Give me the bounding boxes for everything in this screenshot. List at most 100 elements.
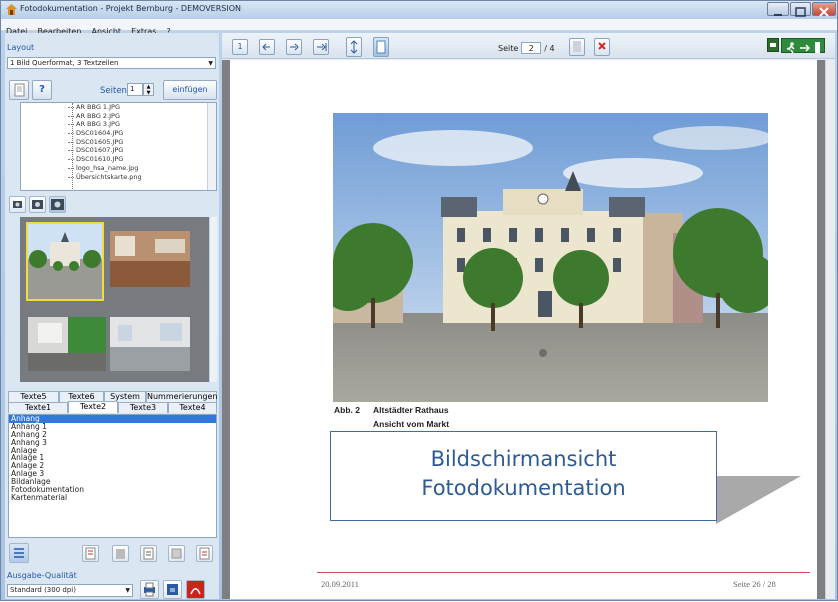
title-bar: Fotodokumentation - Projekt Bernburg - D… xyxy=(1,1,837,19)
file-item[interactable]: AR BBG 1.JPG xyxy=(21,103,142,112)
menu-bar: Datei Bearbeiten Ansicht Extras ? xyxy=(1,19,837,36)
maximize-icon xyxy=(795,7,806,17)
thumbnail-hall[interactable] xyxy=(110,231,190,287)
fit-height-button[interactable] xyxy=(346,37,362,57)
export-icon xyxy=(167,584,178,595)
footer-rule xyxy=(317,572,810,573)
maximize-button[interactable] xyxy=(790,2,811,17)
caption-title: Altstädter Rathaus xyxy=(373,405,449,415)
app-icon xyxy=(6,4,17,15)
file-item[interactable]: DSC01607.JPG xyxy=(21,146,142,155)
list-item[interactable]: Kartenmaterial xyxy=(9,494,216,502)
insert-button[interactable]: einfügen xyxy=(163,80,217,100)
tab-texte4[interactable]: Texte4 xyxy=(168,402,217,413)
thumbnail-rathaus[interactable] xyxy=(26,222,104,301)
numbering-button[interactable] xyxy=(9,543,29,563)
layout-label: Layout xyxy=(7,43,35,52)
page-icon xyxy=(14,83,25,97)
room-green-thumb-image xyxy=(28,317,106,371)
thumb-large-button[interactable] xyxy=(49,196,66,213)
page-scrollbar[interactable] xyxy=(825,60,835,599)
close-icon xyxy=(819,7,829,17)
page-gray-icon xyxy=(573,41,581,52)
footer-date: 20.09.2011 xyxy=(321,579,359,589)
prev-page-button[interactable] xyxy=(259,39,275,55)
arrow-left-icon xyxy=(262,43,270,51)
thumbnail-scrollbar[interactable] xyxy=(209,217,217,382)
save-button[interactable] xyxy=(767,38,779,52)
file-item[interactable]: AR BBG 2.JPG xyxy=(21,112,142,121)
rathaus-photo xyxy=(333,113,768,402)
delete-page-button[interactable] xyxy=(594,38,610,56)
page-number-input[interactable]: 2 xyxy=(521,42,542,54)
file-tree-scrollbar[interactable] xyxy=(207,103,216,190)
rathaus-thumb-image xyxy=(28,224,102,299)
text-delete-button[interactable] xyxy=(196,545,213,562)
exit-runner-icon xyxy=(786,42,820,54)
footer-page: Seite 26 / 28 xyxy=(733,579,776,589)
file-item[interactable]: DSC01605.JPG xyxy=(21,138,142,147)
page-view-button[interactable] xyxy=(373,37,389,57)
text-copy-button[interactable] xyxy=(112,545,129,562)
close-red-icon xyxy=(598,42,606,50)
text-red-button[interactable] xyxy=(82,545,99,562)
file-item[interactable]: logo_hsa_name.jpg xyxy=(21,164,142,173)
text-list: Anhang Anhang 1 Anhang 2 Anhang 3 Anlage… xyxy=(8,414,217,538)
thumb-small-button[interactable] xyxy=(9,196,26,213)
document-move-icon xyxy=(171,548,182,559)
pages-input[interactable]: 1 xyxy=(127,83,143,96)
window-title: Fotodokumentation - Projekt Bernburg - D… xyxy=(20,4,241,13)
tab-texte1[interactable]: Texte1 xyxy=(8,402,68,413)
arrow-right-icon xyxy=(290,43,299,51)
document-gray-icon xyxy=(116,549,125,559)
thumbnail-room-green[interactable] xyxy=(28,317,106,371)
tab-texte3[interactable]: Texte3 xyxy=(118,402,168,413)
pdf-button[interactable] xyxy=(186,580,205,599)
pdf-icon xyxy=(190,588,201,595)
file-item[interactable]: Übersichtskarte.png xyxy=(21,173,142,182)
image-small-icon xyxy=(13,201,22,208)
quality-select[interactable]: Standard (300 dpi) ▼ xyxy=(7,584,133,597)
image-large-icon xyxy=(51,199,64,210)
tab-nummerierungen[interactable]: Nummerierungen xyxy=(146,391,218,402)
text-edit-button[interactable] xyxy=(140,545,157,562)
document-red-icon xyxy=(85,547,96,560)
pages-stepper[interactable]: ▲ ▼ xyxy=(143,83,154,96)
first-page-button[interactable]: 1 xyxy=(232,39,248,55)
help-button[interactable]: ? xyxy=(32,80,52,100)
thumb-medium-button[interactable] xyxy=(29,196,46,213)
last-page-button[interactable] xyxy=(313,39,329,55)
close-button[interactable] xyxy=(812,2,836,17)
callout-line2: Fotodokumentation xyxy=(421,476,626,500)
document-edit-icon xyxy=(143,547,154,560)
caption-subtitle: Ansicht vom Markt xyxy=(373,419,450,429)
exit-button[interactable] xyxy=(781,38,825,54)
file-item[interactable]: DSC01610.JPG xyxy=(21,155,142,164)
minimize-button[interactable] xyxy=(767,2,789,16)
callout-box: Bildschirmansicht Fotodokumentation xyxy=(330,431,717,521)
save-icon xyxy=(770,43,776,47)
text-move-button[interactable] xyxy=(168,545,185,562)
next-page-button[interactable] xyxy=(286,39,302,55)
page-indicator: Seite 2/ 4 xyxy=(498,42,555,54)
document-delete-icon xyxy=(199,547,210,560)
tab-texte5[interactable]: Texte5 xyxy=(8,391,59,402)
print-button[interactable] xyxy=(140,580,159,599)
tab-texte2[interactable]: Texte2 xyxy=(68,401,118,413)
numbering-icon xyxy=(14,548,24,558)
page-label: Seite xyxy=(498,44,519,53)
layout-select[interactable]: 1 Bild Querformat, 3 Textzeilen ▼ xyxy=(7,57,216,69)
arrows-vertical-icon xyxy=(350,40,358,54)
callout-pointer xyxy=(716,476,801,524)
file-item[interactable]: DSC01604.JPG xyxy=(21,129,142,138)
list-item[interactable]: Anhang 3 xyxy=(9,438,216,447)
image-medium-icon xyxy=(32,200,43,209)
file-item[interactable]: AR BBG 3.JPG xyxy=(21,120,142,129)
file-list: AR BBG 1.JPG AR BBG 2.JPG AR BBG 3.JPG D… xyxy=(21,103,142,181)
page-layout-button[interactable] xyxy=(9,80,29,100)
app-window: Fotodokumentation - Projekt Bernburg - D… xyxy=(0,0,838,601)
thumbnail-room-office[interactable] xyxy=(110,317,190,371)
page-properties-button[interactable] xyxy=(569,38,585,56)
layout-select-value: 1 Bild Querformat, 3 Textzeilen xyxy=(10,59,119,67)
export-button[interactable] xyxy=(163,580,182,599)
